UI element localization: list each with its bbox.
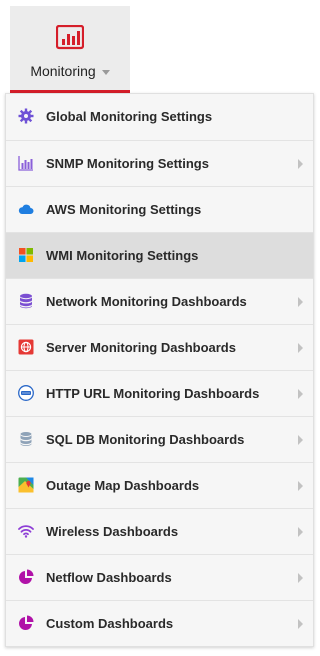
menu-item-label: Global Monitoring Settings (46, 109, 213, 124)
wifi-icon (18, 525, 34, 538)
chevron-right-icon (298, 481, 303, 491)
chevron-right-icon (298, 527, 303, 537)
windows-icon (19, 248, 33, 262)
menu-item-label: Custom Dashboards (46, 616, 174, 631)
map-icon (18, 477, 34, 493)
menu-item-server-monitoring-dashboards[interactable]: Server Monitoring Dashboards (6, 324, 313, 370)
menu-item-label: AWS Monitoring Settings (46, 202, 202, 217)
globe-icon (18, 339, 34, 355)
bar-chart-icon (18, 156, 33, 171)
gear-icon (18, 108, 34, 124)
monitoring-tab[interactable]: Monitoring (10, 6, 130, 93)
menu-item-wmi-monitoring-settings[interactable]: WMI Monitoring Settings (6, 232, 313, 278)
chevron-right-icon (298, 159, 303, 169)
chevron-right-icon (298, 435, 303, 445)
chevron-right-icon (298, 389, 303, 399)
http-icon (18, 385, 34, 401)
menu-item-label: HTTP URL Monitoring Dashboards (46, 386, 260, 401)
database-gray-icon (20, 432, 32, 446)
menu-item-label: Wireless Dashboards (46, 524, 179, 539)
menu-item-wireless-dashboards[interactable]: Wireless Dashboards (6, 508, 313, 554)
chevron-right-icon (298, 619, 303, 629)
chevron-right-icon (298, 297, 303, 307)
menu-item-sql-db-monitoring-dashboards[interactable]: SQL DB Monitoring Dashboards (6, 416, 313, 462)
monitoring-tab-label: Monitoring (10, 63, 130, 79)
menu-item-network-monitoring-dashboards[interactable]: Network Monitoring Dashboards (6, 278, 313, 324)
bar-chart-icon (56, 25, 84, 50)
menu-item-label: WMI Monitoring Settings (46, 248, 199, 263)
database-icon (20, 293, 32, 309)
menu-item-global-monitoring-settings[interactable]: Global Monitoring Settings (6, 94, 313, 140)
menu-item-label: Outage Map Dashboards (46, 478, 200, 493)
monitoring-dropdown-menu: Global Monitoring Settings SNMP Monitori… (5, 93, 314, 647)
menu-item-aws-monitoring-settings[interactable]: AWS Monitoring Settings (6, 186, 313, 232)
pie-chart-icon (19, 569, 34, 584)
menu-item-http-url-monitoring-dashboards[interactable]: HTTP URL Monitoring Dashboards (6, 370, 313, 416)
menu-item-label: SNMP Monitoring Settings (46, 156, 209, 171)
menu-item-label: Netflow Dashboards (46, 570, 172, 585)
menu-item-label: SQL DB Monitoring Dashboards (46, 432, 245, 447)
cloud-icon (18, 204, 34, 214)
chevron-right-icon (298, 343, 303, 353)
chevron-right-icon (298, 573, 303, 583)
menu-item-custom-dashboards[interactable]: Custom Dashboards (6, 600, 313, 646)
menu-item-label: Server Monitoring Dashboards (46, 340, 236, 355)
menu-item-netflow-dashboards[interactable]: Netflow Dashboards (6, 554, 313, 600)
caret-down-icon (101, 69, 110, 75)
pie-chart-icon (19, 615, 34, 630)
menu-item-snmp-monitoring-settings[interactable]: SNMP Monitoring Settings (6, 140, 313, 186)
menu-item-outage-map-dashboards[interactable]: Outage Map Dashboards (6, 462, 313, 508)
menu-item-label: Network Monitoring Dashboards (46, 294, 247, 309)
